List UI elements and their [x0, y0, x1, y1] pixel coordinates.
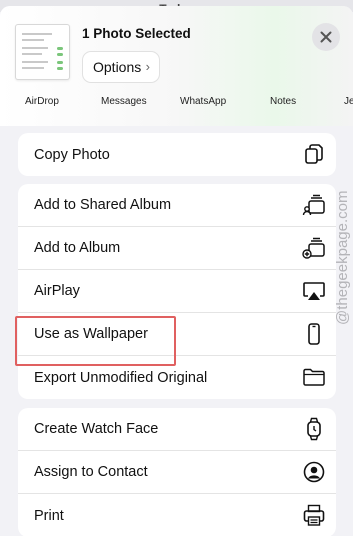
app-label: AirDrop: [25, 96, 59, 107]
action-airplay[interactable]: AirPlay: [18, 270, 336, 313]
action-assign-to-contact[interactable]: Assign to Contact: [18, 451, 336, 494]
action-label: Add to Album: [34, 240, 121, 256]
app-label: Messages: [101, 96, 147, 107]
copy-icon: [305, 144, 323, 164]
watch-icon: [307, 417, 321, 441]
action-label: Export Unmodified Original: [34, 369, 208, 386]
chevron-right-icon: ›: [145, 59, 150, 74]
action-label: Add to Shared Album: [34, 197, 172, 213]
photo-thumbnail: [15, 24, 70, 80]
app-label: Je: [344, 96, 353, 107]
watermark: @thegeekpage.com: [334, 191, 351, 325]
watermark-text: @thegeekpage.com: [334, 191, 351, 325]
action-group-misc: Create Watch Face Assign to Contact Prin…: [18, 408, 336, 536]
action-add-shared-album[interactable]: Add to Shared Album: [18, 184, 336, 227]
options-label: Options: [93, 59, 142, 75]
add-album-icon: [302, 237, 325, 259]
close-button[interactable]: [312, 23, 340, 51]
selection-title: 1 Photo Selected: [82, 26, 191, 41]
airplay-icon: [303, 282, 325, 300]
highlight-box: [15, 316, 176, 366]
action-copy-photo[interactable]: Copy Photo: [18, 133, 336, 176]
share-sheet: 1 Photo Selected Options › AirDrop Messa…: [0, 6, 353, 536]
action-label: AirPlay: [34, 283, 80, 299]
printer-icon: [303, 504, 325, 526]
action-label: Print: [34, 507, 64, 524]
options-button[interactable]: Options ›: [82, 51, 160, 83]
shared-album-icon: [302, 194, 325, 216]
app-label: WhatsApp: [180, 96, 227, 107]
action-print[interactable]: Print: [18, 494, 336, 536]
contact-icon: [303, 461, 325, 483]
action-label: Assign to Contact: [34, 464, 148, 480]
folder-icon: [303, 368, 325, 386]
app-airdrop[interactable]: AirDrop: [25, 96, 59, 107]
action-group-copy: Copy Photo: [18, 133, 336, 176]
action-add-to-album[interactable]: Add to Album: [18, 227, 336, 270]
action-label: Copy Photo: [34, 146, 110, 163]
close-icon: [320, 31, 332, 43]
action-label: Create Watch Face: [34, 421, 159, 437]
app-partial[interactable]: Je: [344, 96, 353, 107]
app-messages[interactable]: Messages: [101, 96, 147, 107]
app-notes[interactable]: Notes: [270, 96, 296, 107]
share-sheet-header: 1 Photo Selected Options › AirDrop Messa…: [0, 6, 353, 126]
app-label: Notes: [270, 96, 297, 107]
action-create-watch-face[interactable]: Create Watch Face: [18, 408, 336, 451]
app-whatsapp[interactable]: WhatsApp: [180, 96, 226, 107]
phone-icon: [308, 323, 320, 345]
action-group-album: Add to Shared Album Add to Album AirPlay: [18, 184, 336, 399]
